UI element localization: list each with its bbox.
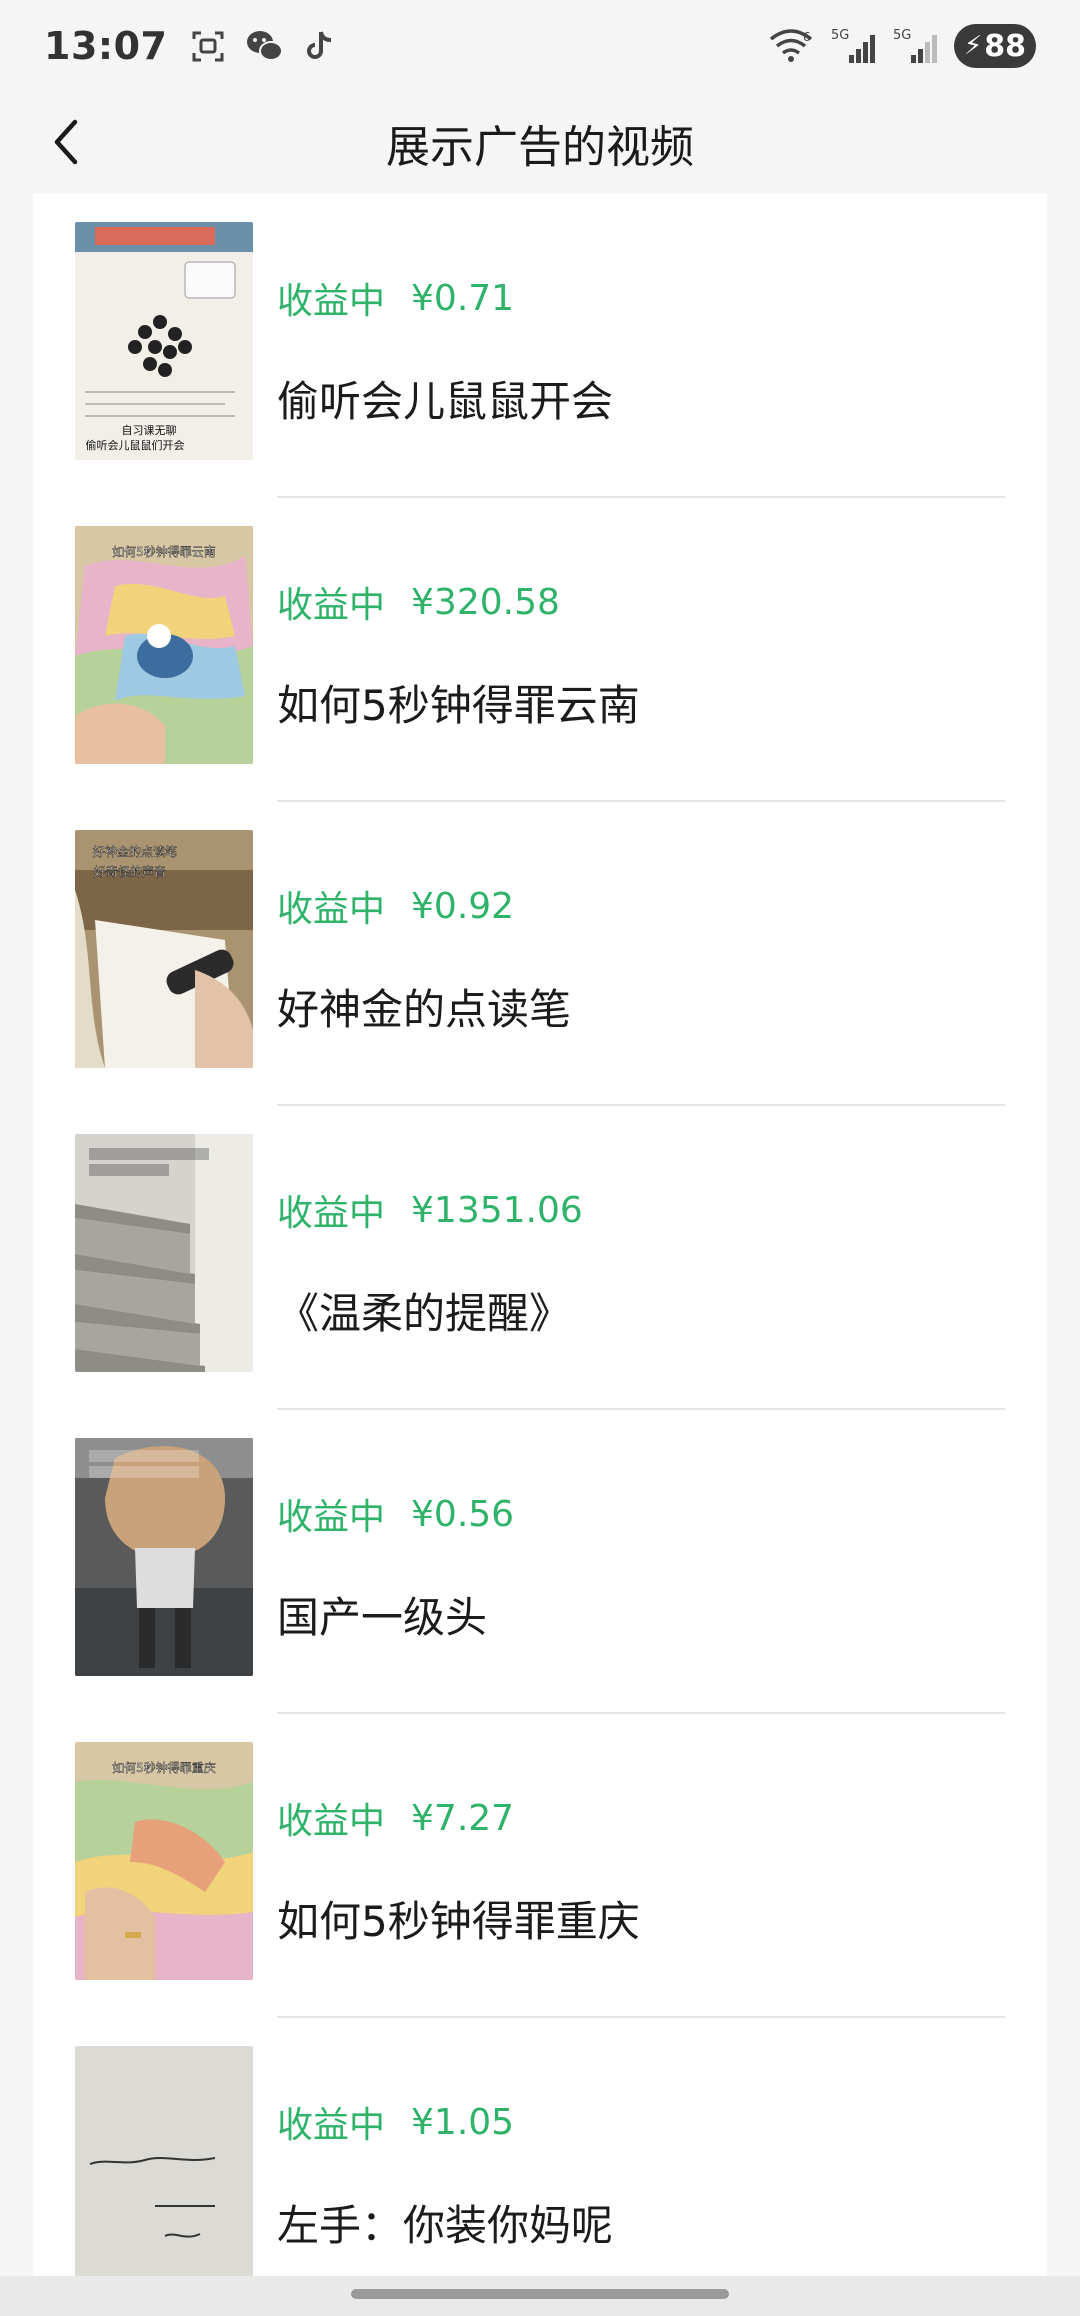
svg-text:好奇怪的声音: 好奇怪的声音: [94, 864, 166, 879]
earning-row: 收益中 ¥7.27: [277, 1792, 1007, 1844]
video-thumbnail[interactable]: [75, 1134, 253, 1372]
tiktok-icon: [301, 27, 339, 65]
video-list: 自习课无聊 偷听会儿鼠鼠们开会 收益中 ¥0.71 偷听会儿鼠鼠开会 如何5秒钟…: [33, 194, 1047, 2316]
battery-level: 88: [984, 28, 1026, 64]
video-title: 左手：你装你妈呢: [277, 2201, 614, 2250]
top-app-bar: 展示广告的视频: [0, 92, 1080, 194]
earning-status: 收益中: [277, 1801, 386, 1842]
earning-status: 收益中: [277, 1497, 386, 1538]
wechat-icon: [245, 27, 284, 65]
list-item[interactable]: 收益中 ¥1.05 左手：你装你妈呢: [33, 2018, 1047, 2316]
video-thumbnail[interactable]: 如何5秒钟得罪云南: [75, 526, 253, 764]
item-text: 收益中 ¥0.71 偷听会儿鼠鼠开会: [277, 272, 1007, 429]
item-text: 收益中 ¥1351.06 《温柔的提醒》: [277, 1184, 1007, 1341]
status-left-icons: [189, 27, 339, 65]
earning-status: 收益中: [277, 2105, 386, 2146]
svg-text:5G: 5G: [831, 28, 849, 43]
list-item[interactable]: 自习课无聊 偷听会儿鼠鼠们开会 收益中 ¥0.71 偷听会儿鼠鼠开会: [33, 194, 1047, 498]
video-title: 如何5秒钟得罪云南: [277, 681, 640, 730]
video-thumbnail[interactable]: 自习课无聊 偷听会儿鼠鼠们开会: [75, 222, 253, 460]
earning-row: 收益中 ¥1.05: [277, 2096, 1007, 2148]
signal-5g-icon: 5G: [892, 27, 940, 65]
svg-text:好神金的点读笔: 好神金的点读笔: [93, 844, 177, 859]
earning-row: 收益中 ¥0.71: [277, 272, 1007, 324]
video-title: 《温柔的提醒》: [277, 1289, 572, 1338]
earning-amount: ¥7.27: [411, 1797, 515, 1839]
list-item[interactable]: 如何5秒钟得罪云南 收益中 ¥320.58 如何5秒钟得罪云南: [33, 498, 1047, 802]
video-thumbnail[interactable]: 如何5秒钟得罪重庆: [75, 1742, 253, 1980]
video-thumbnail[interactable]: [75, 1438, 253, 1676]
video-title: 如何5秒钟得罪重庆: [277, 1897, 640, 1946]
page-title: 展示广告的视频: [386, 122, 694, 173]
item-text: 收益中 ¥0.92 好神金的点读笔: [277, 880, 1007, 1037]
earning-amount: ¥320.58: [411, 581, 560, 623]
item-text: 收益中 ¥0.56 国产一级头: [277, 1488, 1007, 1645]
earning-amount: ¥0.71: [411, 277, 515, 319]
earning-row: 收益中 ¥0.56: [277, 1488, 1007, 1540]
svg-text:5G: 5G: [893, 28, 911, 43]
status-right-icons: 6 5G 5G ⚡ 88: [766, 24, 1036, 68]
screenshot-icon: [189, 27, 227, 65]
gesture-handle[interactable]: [351, 2289, 729, 2299]
video-title: 国产一级头: [277, 1593, 488, 1642]
list-item[interactable]: 好神金的点读笔 好奇怪的声音 收益中 ¥0.92 好神金的点读笔: [33, 802, 1047, 1106]
svg-text:6: 6: [803, 30, 811, 44]
svg-text:如何5秒钟得罪云南: 如何5秒钟得罪云南: [112, 544, 216, 559]
earning-amount: ¥1.05: [411, 2101, 515, 2143]
status-time: 13:07: [44, 24, 168, 68]
svg-text:自习课无聊: 自习课无聊: [122, 423, 177, 437]
battery-indicator: ⚡ 88: [954, 24, 1036, 68]
system-navigation-bar: [0, 2276, 1080, 2316]
earning-amount: ¥0.56: [411, 1493, 515, 1535]
item-text: 收益中 ¥1.05 左手：你装你妈呢: [277, 2096, 1007, 2253]
video-thumbnail[interactable]: 好神金的点读笔 好奇怪的声音: [75, 830, 253, 1068]
item-text: 收益中 ¥7.27 如何5秒钟得罪重庆: [277, 1792, 1007, 1949]
list-item[interactable]: 收益中 ¥0.56 国产一级头: [33, 1410, 1047, 1714]
earning-amount: ¥0.92: [411, 885, 515, 927]
wifi-icon: 6: [766, 27, 816, 65]
charging-icon: ⚡: [963, 31, 983, 61]
list-item[interactable]: 收益中 ¥1351.06 《温柔的提醒》: [33, 1106, 1047, 1410]
earning-status: 收益中: [277, 281, 386, 322]
chevron-left-icon: [54, 119, 78, 165]
back-button[interactable]: [36, 110, 96, 174]
earning-row: 收益中 ¥0.92: [277, 880, 1007, 932]
earning-row: 收益中 ¥320.58: [277, 576, 1007, 628]
video-thumbnail[interactable]: [75, 2046, 253, 2284]
earning-status: 收益中: [277, 889, 386, 930]
video-title: 好神金的点读笔: [277, 985, 572, 1034]
list-item[interactable]: 如何5秒钟得罪重庆 收益中 ¥7.27 如何5秒钟得罪重庆: [33, 1714, 1047, 2018]
status-bar: 13:07 6 5G 5G ⚡ 88: [0, 0, 1080, 92]
signal-5g-icon: 5G: [830, 27, 878, 65]
video-title: 偷听会儿鼠鼠开会: [277, 377, 614, 426]
earning-status: 收益中: [277, 585, 386, 626]
earning-status: 收益中: [277, 1193, 386, 1234]
item-text: 收益中 ¥320.58 如何5秒钟得罪云南: [277, 576, 1007, 733]
svg-text:如何5秒钟得罪重庆: 如何5秒钟得罪重庆: [112, 1760, 216, 1775]
svg-text:偷听会儿鼠鼠们开会: 偷听会儿鼠鼠们开会: [86, 438, 185, 452]
earning-row: 收益中 ¥1351.06: [277, 1184, 1007, 1236]
earning-amount: ¥1351.06: [411, 1189, 583, 1231]
